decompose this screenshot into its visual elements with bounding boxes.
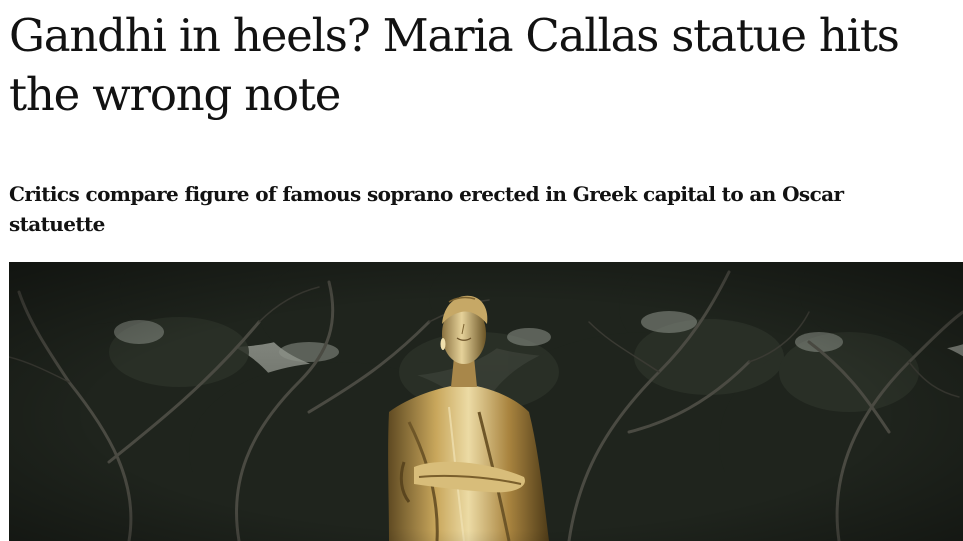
article-headline: Gandhi in heels? Maria Callas statue hit… — [9, 9, 900, 121]
statue-photo-illustration — [9, 262, 963, 541]
article-standfirst: Critics compare figure of famous soprano… — [9, 182, 844, 236]
article-page: Gandhi in heels? Maria Callas statue hit… — [0, 0, 963, 541]
article-photo — [9, 262, 963, 541]
